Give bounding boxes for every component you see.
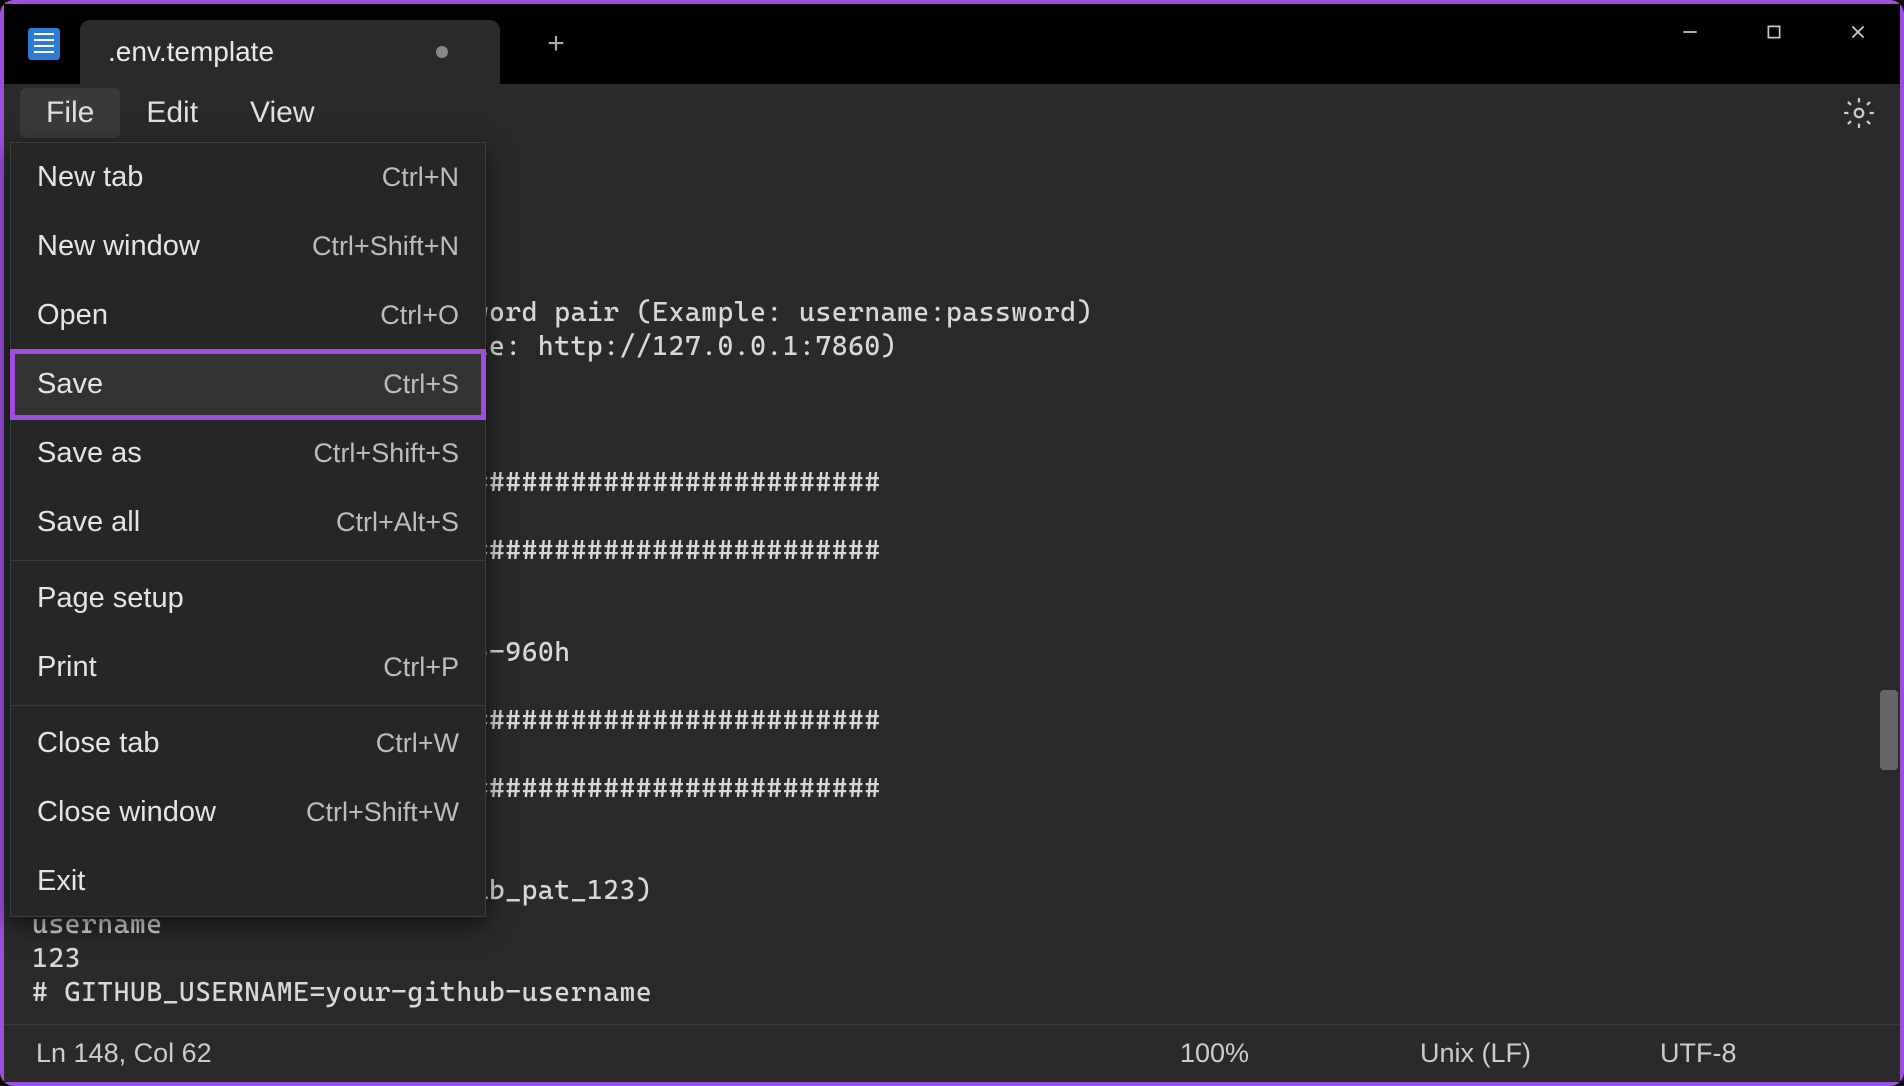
menu-label: Exit — [37, 865, 85, 898]
menu-page-setup[interactable]: Page setup — [11, 564, 485, 633]
app-icon — [28, 28, 60, 60]
tab-modified-indicator — [436, 46, 448, 58]
menu-label: Print — [37, 651, 97, 684]
menu-label: Close tab — [37, 727, 160, 760]
menu-divider — [11, 560, 485, 561]
menu-shortcut: Ctrl+Alt+S — [336, 507, 459, 538]
menu-label: Close window — [37, 796, 216, 829]
menu-edit[interactable]: Edit — [120, 88, 224, 138]
titlebar: .env.template + — [4, 4, 1900, 84]
menu-view[interactable]: View — [224, 88, 340, 138]
menu-shortcut: Ctrl+N — [382, 162, 459, 193]
menu-save-all[interactable]: Save all Ctrl+Alt+S — [11, 488, 485, 557]
maximize-button[interactable] — [1732, 4, 1816, 60]
menu-shortcut: Ctrl+Shift+W — [306, 797, 459, 828]
menu-label: Page setup — [37, 582, 184, 615]
menu-divider — [11, 705, 485, 706]
menu-exit[interactable]: Exit — [11, 847, 485, 916]
window-controls — [1648, 4, 1900, 60]
file-menu-dropdown: New tab Ctrl+N New window Ctrl+Shift+N O… — [10, 142, 486, 917]
scrollbar-thumb[interactable] — [1880, 690, 1898, 770]
menu-label: New window — [37, 230, 200, 263]
menu-label: Save — [37, 368, 103, 401]
menubar: File Edit View — [4, 84, 1900, 142]
menu-new-tab[interactable]: New tab Ctrl+N — [11, 143, 485, 212]
menu-label: Save all — [37, 506, 140, 539]
new-tab-button[interactable]: + — [536, 24, 576, 64]
menu-shortcut: Ctrl+Shift+N — [312, 231, 459, 262]
menu-file[interactable]: File — [20, 88, 120, 138]
menu-label: Open — [37, 299, 108, 332]
status-zoom[interactable]: 100% — [1180, 1038, 1420, 1069]
menu-shortcut: Ctrl+P — [383, 652, 459, 683]
menu-close-tab[interactable]: Close tab Ctrl+W — [11, 709, 485, 778]
menu-shortcut: Ctrl+W — [376, 728, 459, 759]
status-line-ending[interactable]: Unix (LF) — [1420, 1038, 1660, 1069]
menu-new-window[interactable]: New window Ctrl+Shift+N — [11, 212, 485, 281]
menu-label: New tab — [37, 161, 143, 194]
settings-button[interactable] — [1842, 96, 1876, 135]
menu-shortcut: Ctrl+Shift+S — [313, 438, 459, 469]
tab-title: .env.template — [108, 36, 274, 68]
menu-shortcut: Ctrl+S — [383, 369, 459, 400]
status-position[interactable]: Ln 148, Col 62 — [4, 1038, 1180, 1069]
menu-close-window[interactable]: Close window Ctrl+Shift+W — [11, 778, 485, 847]
close-button[interactable] — [1816, 4, 1900, 60]
minimize-button[interactable] — [1648, 4, 1732, 60]
menu-shortcut: Ctrl+O — [380, 300, 459, 331]
menu-label: Save as — [37, 437, 142, 470]
document-tab[interactable]: .env.template — [80, 20, 500, 84]
menu-save[interactable]: Save Ctrl+S — [11, 350, 485, 419]
menu-save-as[interactable]: Save as Ctrl+Shift+S — [11, 419, 485, 488]
menu-open[interactable]: Open Ctrl+O — [11, 281, 485, 350]
status-encoding[interactable]: UTF-8 — [1660, 1038, 1900, 1069]
statusbar: Ln 148, Col 62 100% Unix (LF) UTF-8 — [4, 1024, 1900, 1082]
menu-print[interactable]: Print Ctrl+P — [11, 633, 485, 702]
